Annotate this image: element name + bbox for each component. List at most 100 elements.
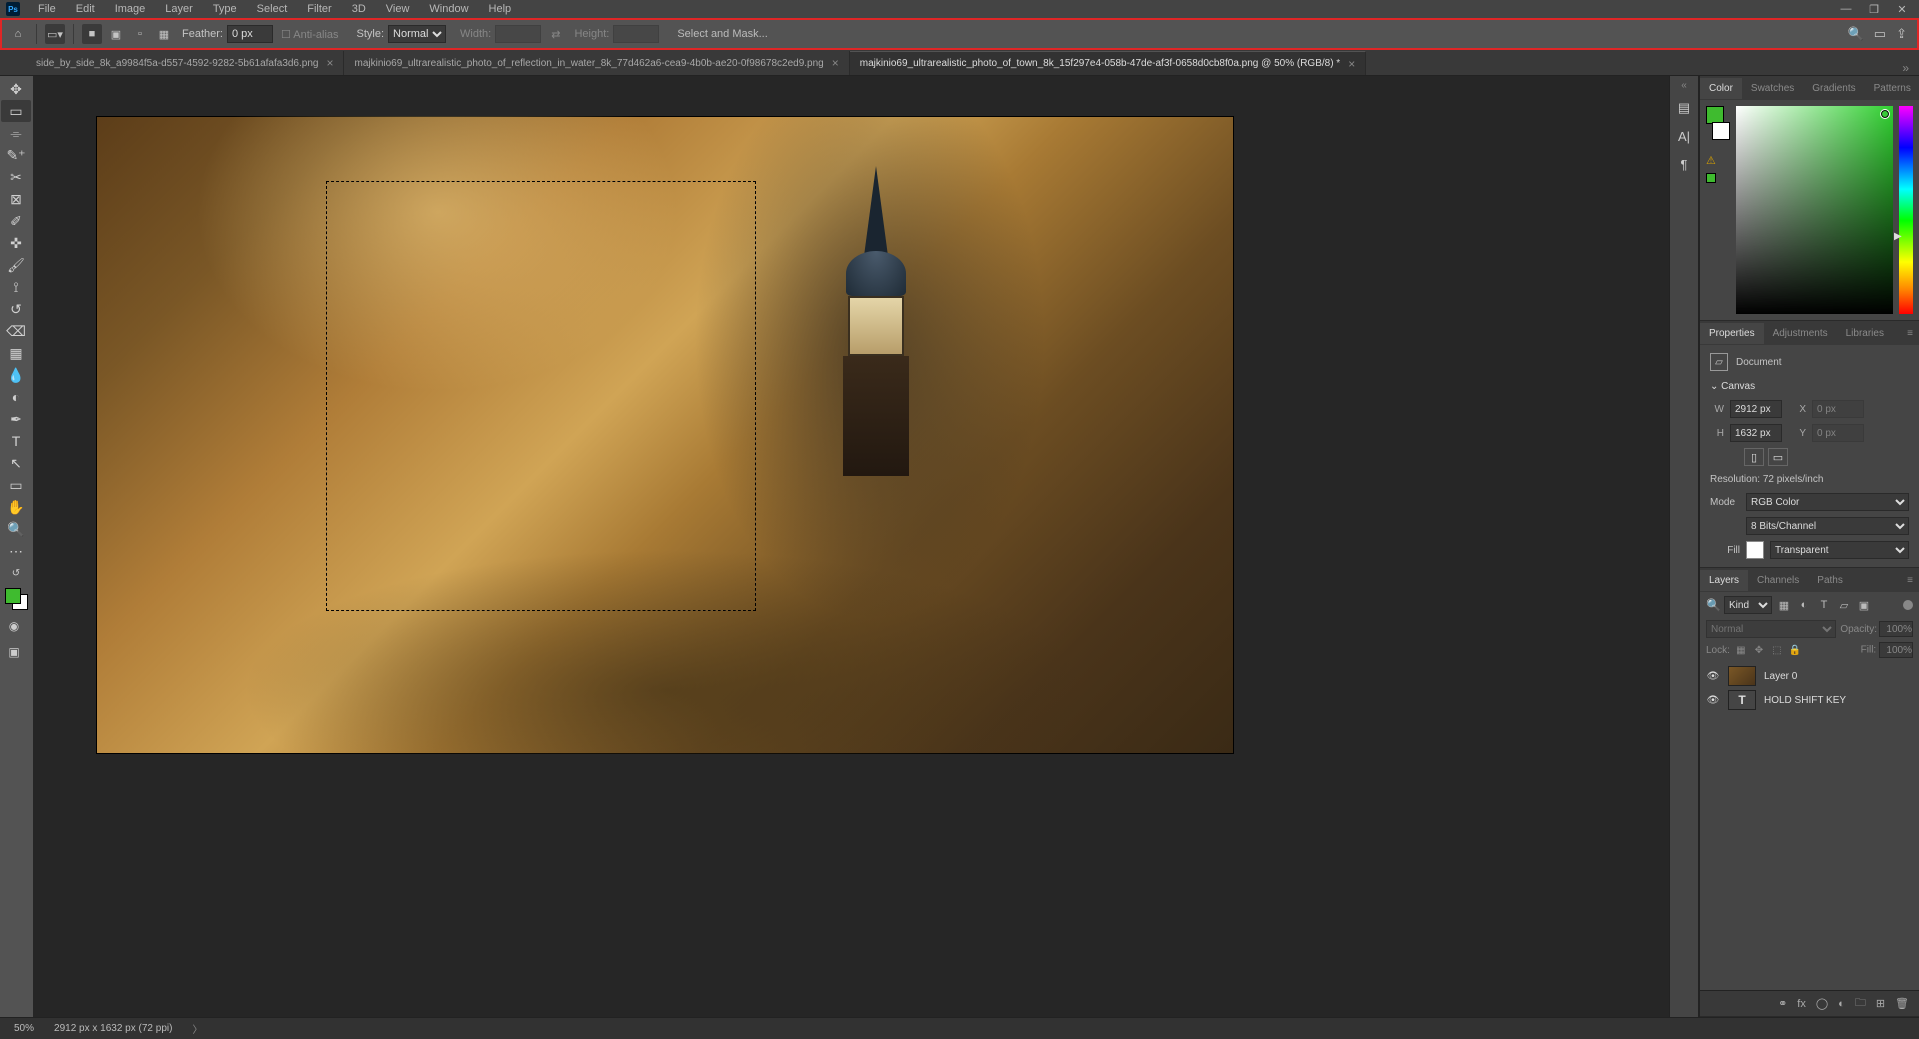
chevron-left-icon[interactable]: « xyxy=(1681,80,1687,91)
color-field[interactable] xyxy=(1736,106,1893,314)
crop-tool-icon[interactable]: ✂ xyxy=(1,166,31,188)
type-tool-icon[interactable]: T xyxy=(1,430,31,452)
search-icon[interactable]: 🔍 xyxy=(1848,26,1864,42)
layer-row-0[interactable]: 👁 Layer 0 xyxy=(1706,664,1913,688)
menu-3d[interactable]: 3D xyxy=(342,1,376,17)
lock-position-icon[interactable]: ✥ xyxy=(1752,643,1766,657)
marquee-selection[interactable] xyxy=(326,181,756,611)
tab-properties[interactable]: Properties xyxy=(1700,323,1764,344)
group-icon[interactable]: 🗀 xyxy=(1855,994,1866,1013)
gradient-tool-icon[interactable]: ▦ xyxy=(1,342,31,364)
document-tab-1[interactable]: side_by_side_8k_a9984f5a-d557-4592-9282-… xyxy=(26,51,344,75)
opacity-input[interactable] xyxy=(1879,621,1913,637)
blur-tool-icon[interactable]: 💧 xyxy=(1,364,31,386)
layer-thumbnail[interactable]: T xyxy=(1728,690,1756,710)
panel-menu-icon[interactable]: ≡ xyxy=(1901,328,1919,339)
selection-add-icon[interactable]: ▣ xyxy=(106,24,126,44)
selection-new-icon[interactable]: ■ xyxy=(82,24,102,44)
search-icon[interactable]: 🔍 xyxy=(1706,598,1720,612)
eyedropper-tool-icon[interactable]: ✐ xyxy=(1,210,31,232)
lock-pixels-icon[interactable]: ▦ xyxy=(1734,643,1748,657)
zoom-tool-icon[interactable]: 🔍 xyxy=(1,518,31,540)
filter-toggle-icon[interactable] xyxy=(1903,600,1913,610)
move-tool-icon[interactable]: ✥ xyxy=(1,78,31,100)
adjustment-layer-icon[interactable]: ◐ xyxy=(1838,998,1845,1010)
visibility-toggle-icon[interactable]: 👁 xyxy=(1706,695,1720,706)
menu-window[interactable]: Window xyxy=(419,1,478,17)
layer-name[interactable]: HOLD SHIFT KEY xyxy=(1764,695,1846,706)
layer-filter-select[interactable]: Kind xyxy=(1724,596,1772,614)
orientation-portrait-icon[interactable]: ▯ xyxy=(1744,448,1764,466)
new-layer-icon[interactable]: ⊞ xyxy=(1876,997,1885,1010)
history-brush-tool-icon[interactable]: ↺ xyxy=(1,298,31,320)
quick-select-tool-icon[interactable]: ✎⁺ xyxy=(1,144,31,166)
document-tab-3[interactable]: majkinio69_ultrarealistic_photo_of_town_… xyxy=(850,51,1366,75)
canvas-viewport[interactable] xyxy=(33,76,1669,1017)
paragraph-panel-icon[interactable]: ¶ xyxy=(1673,153,1695,175)
filter-type-icon[interactable]: T xyxy=(1816,597,1832,613)
marquee-tool-preset-icon[interactable]: ▭▾ xyxy=(45,24,65,44)
tab-paths[interactable]: Paths xyxy=(1808,570,1852,591)
menu-type[interactable]: Type xyxy=(203,1,247,17)
selection-intersect-icon[interactable]: ▦ xyxy=(154,24,174,44)
canvas-width-input[interactable] xyxy=(1730,400,1782,418)
close-icon[interactable]: × xyxy=(1348,57,1355,71)
workspace-icon[interactable]: ▭ xyxy=(1874,26,1886,42)
screen-mode-icon[interactable]: ▣ xyxy=(0,642,28,662)
shape-tool-icon[interactable]: ▭ xyxy=(1,474,31,496)
tab-gradients[interactable]: Gradients xyxy=(1803,78,1864,99)
selection-subtract-icon[interactable]: ▫ xyxy=(130,24,150,44)
link-layers-icon[interactable]: ⚭ xyxy=(1778,997,1787,1010)
filter-smart-icon[interactable]: ▣ xyxy=(1856,597,1872,613)
menu-select[interactable]: Select xyxy=(247,1,298,17)
close-icon[interactable]: × xyxy=(832,56,839,70)
status-flyout-icon[interactable]: 〉 xyxy=(192,1021,202,1036)
filter-pixel-icon[interactable]: ▦ xyxy=(1776,597,1792,613)
window-close-icon[interactable]: ✕ xyxy=(1895,3,1909,16)
pen-tool-icon[interactable]: ✒ xyxy=(1,408,31,430)
menu-edit[interactable]: Edit xyxy=(66,1,105,17)
color-mode-select[interactable]: RGB Color xyxy=(1746,493,1909,511)
healing-brush-tool-icon[interactable]: ✜ xyxy=(1,232,31,254)
brush-tool-icon[interactable]: 🖌 xyxy=(1,254,31,276)
foreground-color-swatch[interactable] xyxy=(5,588,21,604)
orientation-landscape-icon[interactable]: ▭ xyxy=(1768,448,1788,466)
canvas-section-toggle[interactable]: Canvas xyxy=(1710,381,1909,392)
tab-color[interactable]: Color xyxy=(1700,78,1742,99)
bit-depth-select[interactable]: 8 Bits/Channel xyxy=(1746,517,1909,535)
select-and-mask-button[interactable]: Select and Mask... xyxy=(677,28,768,40)
canvas-height-input[interactable] xyxy=(1730,424,1782,442)
home-icon[interactable]: ⌂ xyxy=(8,24,28,44)
toolbar-more-icon[interactable]: ⋯ xyxy=(1,540,31,562)
panel-menu-icon[interactable]: ≡ xyxy=(1901,575,1919,586)
tab-channels[interactable]: Channels xyxy=(1748,570,1808,591)
background-swatch[interactable] xyxy=(1712,122,1730,140)
layer-style-icon[interactable]: fx xyxy=(1797,998,1806,1010)
menu-image[interactable]: Image xyxy=(105,1,156,17)
hue-slider[interactable]: ▶ xyxy=(1899,106,1913,314)
menu-view[interactable]: View xyxy=(376,1,420,17)
feather-input[interactable] xyxy=(227,25,273,43)
menu-file[interactable]: File xyxy=(28,1,66,17)
clone-stamp-tool-icon[interactable]: ⟟ xyxy=(1,276,31,298)
menu-filter[interactable]: Filter xyxy=(297,1,341,17)
layer-mask-icon[interactable]: ◯ xyxy=(1816,997,1828,1010)
lasso-tool-icon[interactable]: ⌯ xyxy=(1,122,31,144)
dodge-tool-icon[interactable]: ◐ xyxy=(1,386,31,408)
marquee-tool-icon[interactable]: ▭ xyxy=(1,100,31,122)
layer-thumbnail[interactable] xyxy=(1728,666,1756,686)
filter-shape-icon[interactable]: ▱ xyxy=(1836,597,1852,613)
history-panel-icon[interactable]: ▤ xyxy=(1673,97,1695,119)
layer-name[interactable]: Layer 0 xyxy=(1764,671,1797,682)
lock-artboard-icon[interactable]: ⬚ xyxy=(1770,643,1784,657)
tab-overflow-icon[interactable]: » xyxy=(1892,61,1919,75)
zoom-level[interactable]: 50% xyxy=(14,1023,34,1034)
gamut-warning-icon[interactable]: ⚠ xyxy=(1706,154,1730,167)
frame-tool-icon[interactable]: ⊠ xyxy=(1,188,31,210)
document-tab-2[interactable]: majkinio69_ultrarealistic_photo_of_refle… xyxy=(344,51,849,75)
quick-mask-icon[interactable]: ◉ xyxy=(0,616,28,636)
blend-mode-select[interactable]: Normal xyxy=(1706,620,1836,638)
fill-swatch[interactable] xyxy=(1746,541,1764,559)
tab-patterns[interactable]: Patterns xyxy=(1865,78,1919,99)
menu-help[interactable]: Help xyxy=(479,1,522,17)
